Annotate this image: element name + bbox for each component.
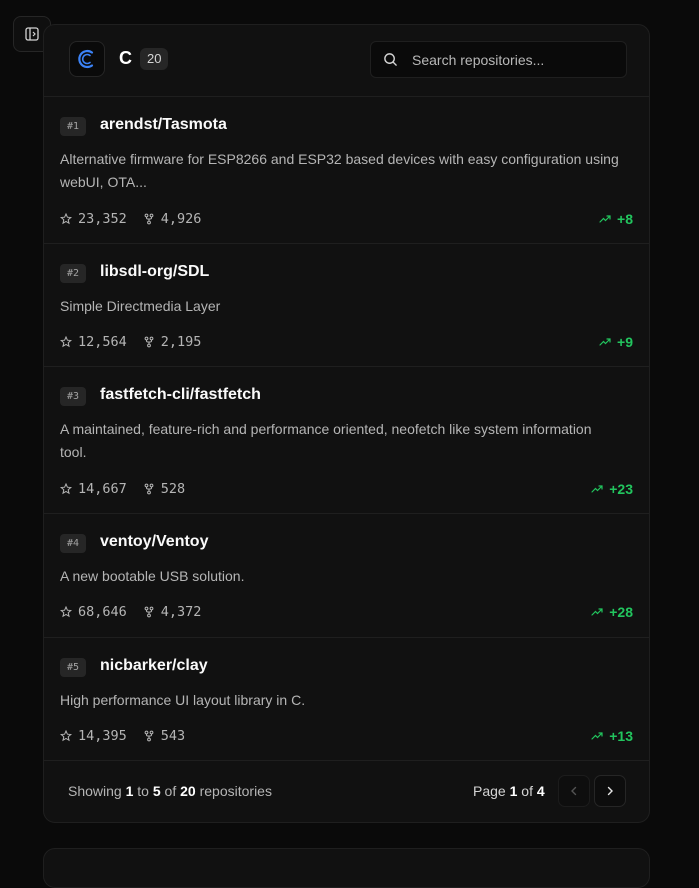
trending-up-icon — [591, 485, 603, 493]
star-trend: +8 — [599, 211, 633, 227]
star-icon — [60, 730, 72, 742]
repo-name-link[interactable]: libsdl-org/SDL — [100, 263, 209, 281]
star-icon — [60, 336, 72, 348]
search-input[interactable] — [410, 50, 614, 69]
repo-description: Alternative firmware for ESP8266 and ESP… — [60, 151, 619, 190]
c-logo-icon — [78, 49, 94, 69]
repo-item[interactable]: #4 ventoy/Ventoy A new bootable USB soluti… — [44, 514, 649, 638]
language-title: C — [119, 48, 132, 68]
repo-name-link[interactable]: nicbarker/clay — [100, 657, 208, 675]
repo-description: A maintained, feature-rich and performan… — [60, 421, 592, 460]
trending-up-icon — [599, 215, 611, 223]
star-count: 68,646 — [60, 604, 127, 620]
star-count: 12,564 — [60, 334, 127, 350]
rank-badge: #3 — [60, 387, 87, 406]
star-trend: +23 — [591, 481, 633, 497]
fork-icon — [144, 606, 154, 618]
repo-description: High performance UI layout library in C. — [60, 692, 306, 708]
next-language-card — [43, 848, 650, 888]
star-icon — [60, 213, 72, 225]
star-trend: +9 — [599, 334, 633, 350]
fork-count: 528 — [143, 481, 185, 497]
card-header: C 20 — [44, 25, 649, 97]
range-start: 1 — [125, 783, 134, 799]
page-indicator: Page 1 of 4 — [473, 783, 545, 799]
c-language-logo — [69, 41, 105, 77]
rank-badge: #1 — [60, 117, 87, 136]
star-icon — [60, 606, 72, 618]
repo-description: A new bootable USB solution. — [60, 568, 245, 584]
star-trend: +28 — [591, 604, 633, 620]
range-end: 5 — [152, 783, 161, 799]
trending-up-icon — [599, 338, 611, 346]
fork-icon — [144, 483, 154, 495]
fork-icon — [144, 336, 154, 348]
prev-page-button[interactable] — [558, 775, 590, 807]
repositories-card: C 20 #1 arendst/Tasmota Alternative firmwa… — [43, 24, 650, 823]
rank-badge: #2 — [60, 264, 87, 283]
repo-stats: 14,395 543 — [60, 728, 201, 744]
total-count: 20 — [180, 783, 196, 799]
star-count: 14,667 — [60, 481, 127, 497]
chevron-right-icon — [607, 786, 613, 796]
repo-name-link[interactable]: arendst/Tasmota — [100, 116, 227, 134]
next-page-button[interactable] — [594, 775, 626, 807]
star-count: 14,395 — [60, 728, 127, 744]
rank-badge: #5 — [60, 658, 87, 677]
repo-name-link[interactable]: fastfetch-cli/fastfetch — [100, 386, 261, 404]
star-count: 23,352 — [60, 211, 127, 227]
repo-stats: 68,646 4,372 — [60, 604, 217, 620]
chevron-left-icon — [571, 786, 577, 796]
sidebar-toggle-icon — [25, 27, 39, 41]
fork-icon — [144, 213, 154, 225]
fork-count: 543 — [143, 728, 185, 744]
repo-name-link[interactable]: ventoy/Ventoy — [100, 533, 208, 551]
trending-up-icon — [591, 732, 603, 740]
star-icon — [60, 483, 72, 495]
repo-stats: 23,352 4,926 — [60, 211, 217, 227]
search-icon — [384, 53, 397, 66]
repo-stats: 12,564 2,195 — [60, 334, 217, 350]
repo-count-badge: 20 — [140, 48, 169, 70]
repo-item[interactable]: #3 fastfetch-cli/fastfetch A maintained, f… — [44, 367, 649, 514]
total-pages: 4 — [536, 783, 545, 799]
search-box[interactable] — [370, 41, 627, 78]
current-page: 1 — [509, 783, 518, 799]
star-trend: +13 — [591, 728, 633, 744]
showing-text: Showing 1 to 5 of 20 repositories — [68, 783, 272, 799]
repo-description: Simple Directmedia Layer — [60, 298, 221, 314]
repo-item[interactable]: #5 nicbarker/clay High performance UI layo… — [44, 638, 649, 761]
fork-icon — [144, 730, 154, 742]
pagination-footer: Showing 1 to 5 of 20 repositories Page 1… — [44, 759, 649, 822]
repo-list: #1 arendst/Tasmota Alternative firmware fo… — [44, 97, 649, 761]
rank-badge: #4 — [60, 534, 87, 553]
repo-item[interactable]: #1 arendst/Tasmota Alternative firmware fo… — [44, 97, 649, 244]
fork-count: 2,195 — [143, 334, 201, 350]
trending-up-icon — [591, 608, 603, 616]
fork-count: 4,926 — [143, 211, 201, 227]
fork-count: 4,372 — [143, 604, 201, 620]
repo-item[interactable]: #2 libsdl-org/SDL Simple Directmedia Layer… — [44, 244, 649, 367]
repo-stats: 14,667 528 — [60, 481, 201, 497]
